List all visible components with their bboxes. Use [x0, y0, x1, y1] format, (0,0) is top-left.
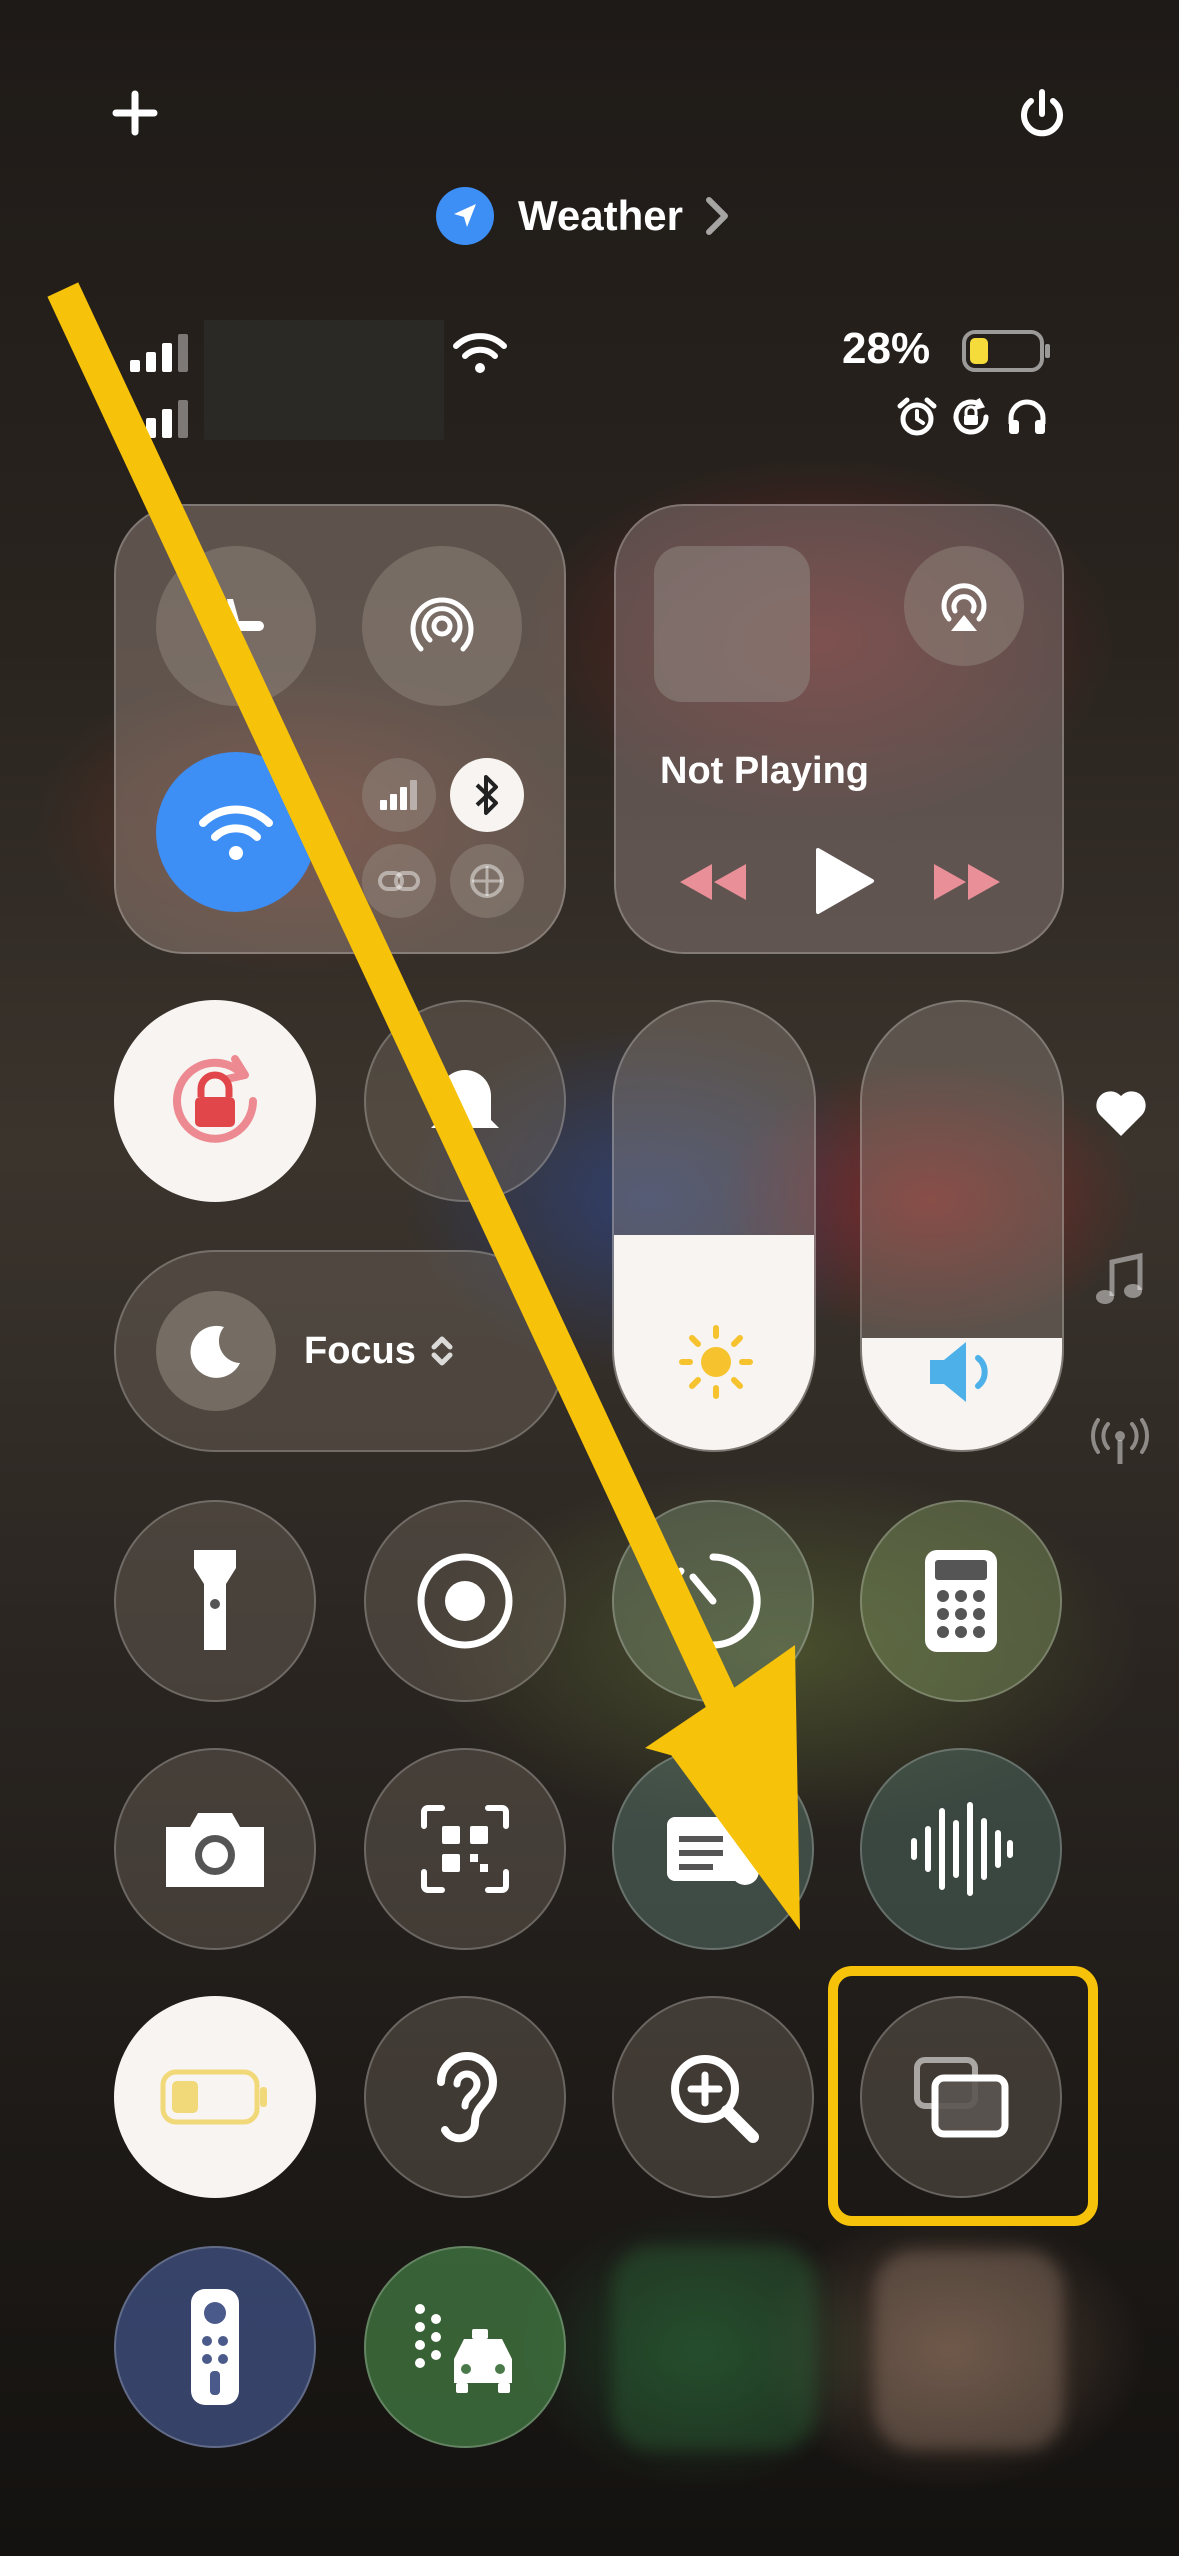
annotation-arrow: [47, 282, 800, 1930]
